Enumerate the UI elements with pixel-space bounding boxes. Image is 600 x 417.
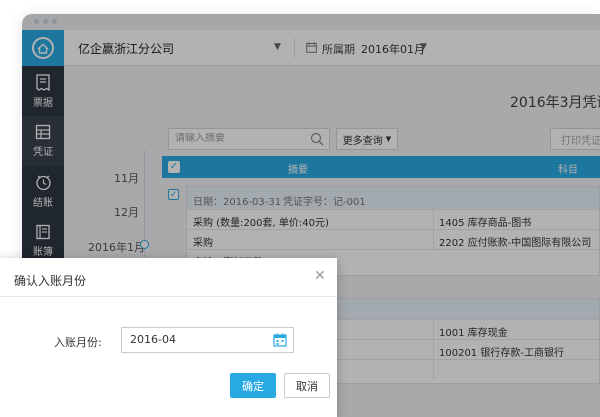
cancel-button[interactable]: 取消 [284, 373, 330, 398]
confirm-button[interactable]: 确定 [230, 373, 276, 398]
close-icon[interactable]: ✕ [314, 268, 326, 284]
confirm-month-dialog: 确认入账月份 ✕ 入账月份: 确定 取消 [0, 258, 337, 417]
dialog-divider [0, 296, 337, 297]
entry-month-field [121, 327, 294, 353]
dialog-title: 确认入账月份 [14, 274, 87, 288]
entry-month-input[interactable] [130, 333, 270, 346]
calendar-icon[interactable] [273, 333, 287, 350]
entry-month-label: 入账月份: [54, 336, 102, 349]
